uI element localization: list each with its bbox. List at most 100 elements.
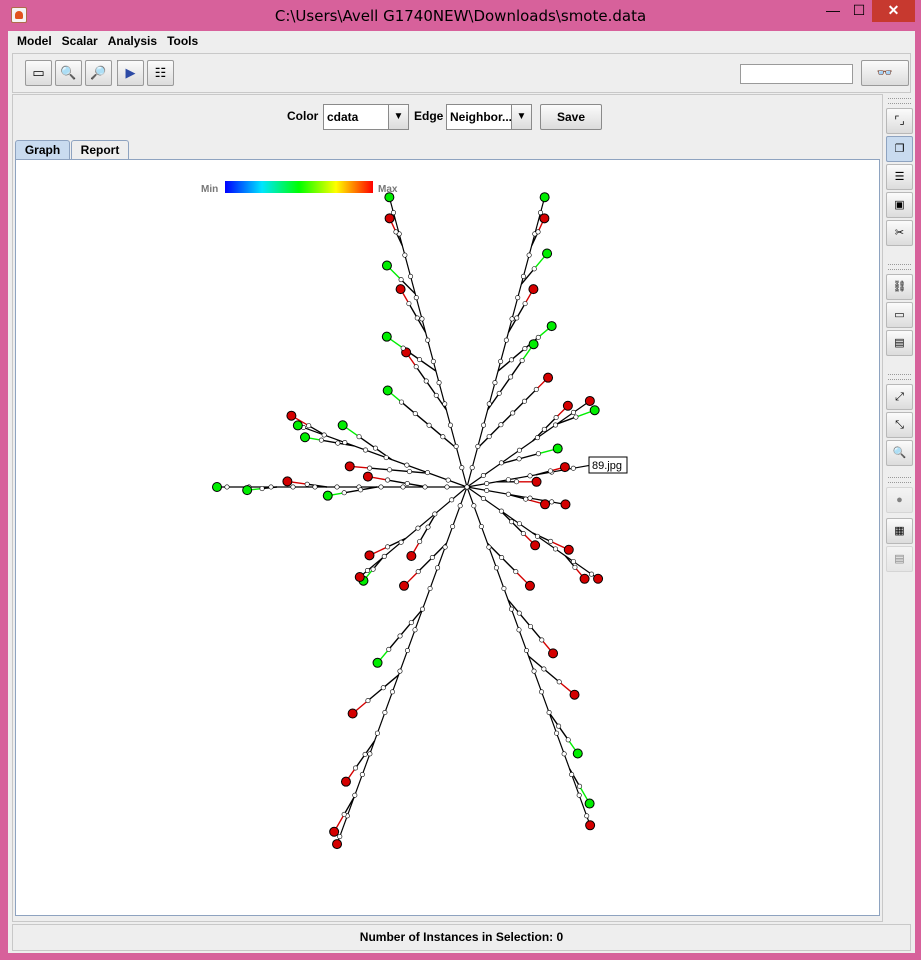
leaf-node[interactable] xyxy=(584,395,595,406)
internal-node[interactable] xyxy=(576,792,582,798)
internal-node[interactable] xyxy=(478,523,484,529)
internal-node[interactable] xyxy=(415,525,421,531)
internal-node[interactable] xyxy=(442,544,448,550)
magnify-button[interactable]: 🔍 xyxy=(886,440,913,466)
leaf-node[interactable] xyxy=(381,260,392,271)
internal-node[interactable] xyxy=(444,484,450,490)
internal-node[interactable] xyxy=(374,730,380,736)
internal-node[interactable] xyxy=(534,533,540,539)
internal-node[interactable] xyxy=(524,648,530,654)
internal-node[interactable] xyxy=(522,301,528,307)
leaf-node[interactable] xyxy=(524,580,535,591)
internal-node[interactable] xyxy=(387,467,393,473)
leaf-node[interactable] xyxy=(286,410,297,421)
internal-node[interactable] xyxy=(547,468,553,474)
minimize-button[interactable]: — xyxy=(820,0,846,22)
play-button[interactable]: ▶ xyxy=(117,60,144,86)
internal-node[interactable] xyxy=(404,462,410,468)
internal-node[interactable] xyxy=(412,411,418,417)
internal-node[interactable] xyxy=(505,491,511,497)
internal-node[interactable] xyxy=(516,627,522,633)
layer-button[interactable]: ▤ xyxy=(886,330,913,356)
internal-node[interactable] xyxy=(412,627,418,633)
internal-node[interactable] xyxy=(510,410,516,416)
internal-node[interactable] xyxy=(541,666,547,672)
leaf-node[interactable] xyxy=(585,820,596,831)
leaf-node[interactable] xyxy=(384,213,395,224)
internal-node[interactable] xyxy=(505,477,511,483)
internal-node[interactable] xyxy=(561,751,567,757)
leaf-node[interactable] xyxy=(282,476,293,487)
internal-node[interactable] xyxy=(341,490,347,496)
internal-node[interactable] xyxy=(457,503,463,509)
tab-graph[interactable]: Graph xyxy=(15,140,70,160)
leaf-node[interactable] xyxy=(212,482,222,492)
internal-node[interactable] xyxy=(449,497,455,503)
leaf-node[interactable] xyxy=(292,420,303,431)
internal-node[interactable] xyxy=(496,390,502,396)
internal-node[interactable] xyxy=(433,392,439,398)
internal-node[interactable] xyxy=(367,465,373,471)
internal-node[interactable] xyxy=(442,401,448,407)
leaf-node[interactable] xyxy=(589,405,600,416)
leaf-node[interactable] xyxy=(539,192,550,203)
internal-node[interactable] xyxy=(521,398,527,404)
internal-node[interactable] xyxy=(436,380,442,386)
internal-node[interactable] xyxy=(527,473,533,479)
internal-node[interactable] xyxy=(404,481,410,487)
leaf-node[interactable] xyxy=(382,385,393,396)
internal-node[interactable] xyxy=(516,456,522,462)
internal-node[interactable] xyxy=(422,484,428,490)
internal-node[interactable] xyxy=(539,637,545,643)
internal-node[interactable] xyxy=(556,679,562,685)
leaf-node[interactable] xyxy=(560,499,571,510)
internal-node[interactable] xyxy=(404,648,410,654)
internal-node[interactable] xyxy=(520,531,526,537)
leaf-node[interactable] xyxy=(364,550,375,561)
internal-node[interactable] xyxy=(486,544,492,550)
internal-node[interactable] xyxy=(337,834,343,840)
leaf-node[interactable] xyxy=(546,321,557,332)
leaf-node[interactable] xyxy=(559,462,570,473)
internal-node[interactable] xyxy=(498,460,504,466)
internal-node[interactable] xyxy=(553,415,559,421)
internal-node[interactable] xyxy=(400,345,406,351)
internal-node[interactable] xyxy=(435,565,441,571)
internal-node[interactable] xyxy=(486,401,492,407)
leaf-node[interactable] xyxy=(531,476,542,487)
leaf-node[interactable] xyxy=(299,432,310,443)
menu-scalar[interactable]: Scalar xyxy=(57,31,103,48)
internal-node[interactable] xyxy=(356,434,362,440)
internal-node[interactable] xyxy=(573,414,579,420)
leaf-node[interactable] xyxy=(340,776,351,787)
internal-node[interactable] xyxy=(484,481,490,487)
internal-node[interactable] xyxy=(503,337,509,343)
internal-node[interactable] xyxy=(549,499,555,505)
grid-button[interactable]: ▦ xyxy=(886,518,913,544)
internal-node[interactable] xyxy=(419,316,425,322)
monitor-button[interactable]: ▭ xyxy=(886,302,913,328)
tree-graph[interactable]: Min Max 89.jpg xyxy=(16,160,879,915)
internal-node[interactable] xyxy=(570,409,576,415)
internal-node[interactable] xyxy=(554,730,560,736)
internal-node[interactable] xyxy=(531,668,537,674)
menu-model[interactable]: Model xyxy=(8,31,57,48)
save-button[interactable]: Save xyxy=(540,104,602,130)
internal-node[interactable] xyxy=(425,470,431,476)
internal-node[interactable] xyxy=(516,610,522,616)
root-node[interactable] xyxy=(464,484,470,490)
internal-node[interactable] xyxy=(499,555,505,561)
internal-node[interactable] xyxy=(413,295,419,301)
internal-node[interactable] xyxy=(378,484,384,490)
internal-node[interactable] xyxy=(508,606,514,612)
internal-node[interactable] xyxy=(450,523,456,529)
internal-node[interactable] xyxy=(528,624,534,630)
internal-node[interactable] xyxy=(406,469,412,475)
internal-node[interactable] xyxy=(520,273,526,279)
toolbar-grip[interactable] xyxy=(888,264,911,270)
chevron-down-icon[interactable]: ▼ xyxy=(511,105,531,129)
internal-node[interactable] xyxy=(363,447,369,453)
internal-node[interactable] xyxy=(541,426,547,432)
internal-node[interactable] xyxy=(420,606,426,612)
internal-node[interactable] xyxy=(548,538,554,544)
